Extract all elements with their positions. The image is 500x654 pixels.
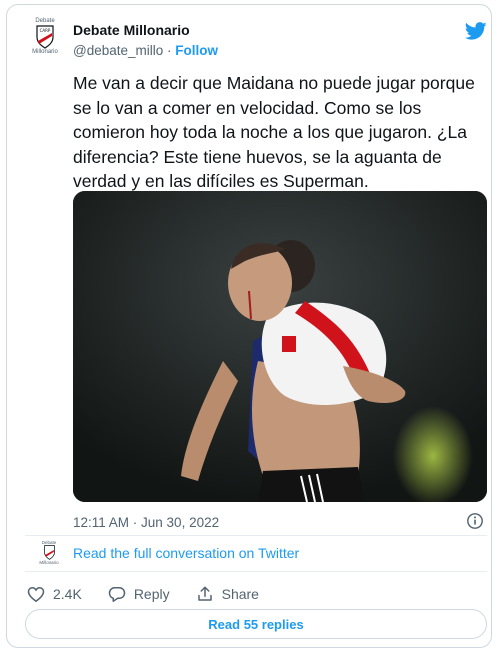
heart-icon: [27, 586, 45, 602]
avatar-text-top: Debate: [35, 18, 55, 24]
share-label: Share: [221, 586, 259, 602]
conversation-avatar: Debate Millonario: [35, 540, 63, 566]
twitter-bird-icon[interactable]: [465, 20, 487, 42]
share-icon: [197, 586, 212, 601]
author-handle-row: @debate_millo · Follow: [73, 43, 218, 58]
read-replies-button[interactable]: Read 55 replies: [25, 609, 487, 639]
tweet-timestamp[interactable]: 12:11 AM · Jun 30, 2022: [73, 515, 219, 530]
embedded-tweet-card: Debate CARP Millonario Debate Millonario…: [6, 4, 492, 648]
club-crest-icon: CARP: [36, 25, 54, 49]
reply-bubble-icon: [108, 586, 126, 602]
club-crest-small-icon: [43, 545, 55, 560]
follow-button[interactable]: Follow: [175, 43, 218, 58]
avatar-text-bottom: Millonario: [32, 49, 58, 55]
reply-label: Reply: [133, 586, 170, 602]
author-avatar[interactable]: Debate CARP Millonario: [25, 18, 65, 62]
read-conversation-link[interactable]: Read the full conversation on Twitter: [73, 545, 299, 561]
reply-button[interactable]: Reply: [108, 586, 170, 603]
conversation-avatar-text-bottom: Millonario: [39, 560, 59, 565]
tweet-photo[interactable]: [73, 191, 487, 502]
divider-bottom: [25, 571, 487, 572]
author-handle[interactable]: @debate_millo: [73, 43, 163, 58]
like-button[interactable]: 2.4K: [27, 586, 82, 603]
tweet-text: Me van a decir que Maidana no puede juga…: [73, 73, 475, 191]
like-count: 2.4K: [53, 586, 82, 602]
svg-text:CARP: CARP: [40, 28, 51, 33]
tweet-actions: 2.4K Reply Share: [27, 584, 285, 604]
share-button[interactable]: Share: [196, 585, 259, 603]
handle-separator: ·: [167, 43, 172, 58]
info-icon[interactable]: [466, 512, 484, 530]
author-name[interactable]: Debate Millonario: [73, 22, 190, 38]
football-player-photo: [73, 191, 487, 502]
divider-top: [25, 535, 487, 536]
